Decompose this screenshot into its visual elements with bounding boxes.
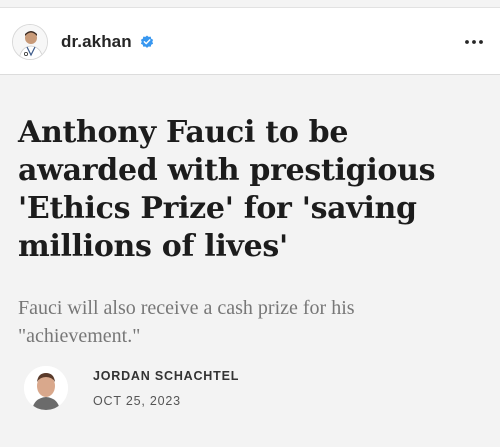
more-horizontal-icon[interactable] xyxy=(463,34,485,50)
article-subtitle: Fauci will also receive a cash prize for… xyxy=(18,297,355,347)
verified-badge-icon xyxy=(140,35,154,48)
article-headline: Anthony Fauci to be awarded with prestig… xyxy=(18,115,436,264)
top-edge xyxy=(0,0,500,8)
username[interactable]: dr.akhan xyxy=(61,32,132,52)
author-avatar xyxy=(24,366,68,410)
publish-date: OCT 25, 2023 xyxy=(93,394,181,408)
post-header: dr.akhan xyxy=(0,8,500,75)
author-avatar-icon xyxy=(24,366,68,410)
profile-avatar[interactable] xyxy=(12,24,48,60)
author-name[interactable]: JORDAN SCHACHTEL xyxy=(93,369,239,383)
doctor-avatar-icon xyxy=(13,25,47,59)
